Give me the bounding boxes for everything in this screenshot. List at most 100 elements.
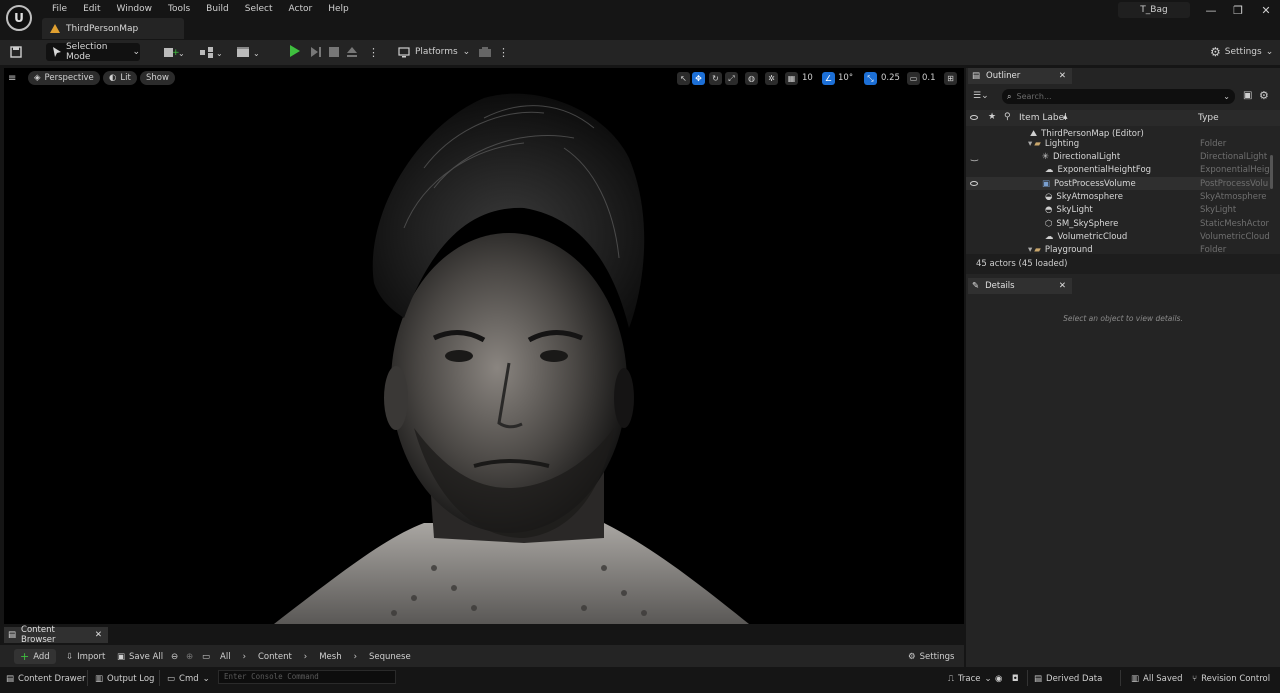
- outliner-row[interactable]: ◓ SkyLight SkyLight: [966, 203, 1270, 216]
- camera-speed-icon[interactable]: ▭: [907, 72, 920, 85]
- star-icon[interactable]: ★: [988, 112, 996, 122]
- outliner-search-input[interactable]: ⌕ Search... ⌄: [1002, 89, 1235, 104]
- breadcrumb-content[interactable]: Content: [258, 652, 292, 662]
- close-icon[interactable]: ✕: [1059, 281, 1066, 291]
- maximize-button[interactable]: ❐: [1230, 4, 1246, 18]
- cinematics-icon[interactable]: ⌄: [237, 43, 261, 61]
- outliner-row[interactable]: ☁ ExponentialHeightFog ExponentialHeigh: [966, 163, 1270, 176]
- back-button[interactable]: ⊖: [171, 650, 178, 663]
- camera-icon[interactable]: ◘: [1012, 672, 1019, 686]
- platforms-dropdown[interactable]: Platforms ⌄: [398, 43, 470, 61]
- close-icon[interactable]: ✕: [95, 630, 102, 640]
- stop-icon[interactable]: [328, 43, 340, 61]
- select-tool-icon[interactable]: ↖: [677, 72, 690, 85]
- add-actor-icon[interactable]: + ⌄: [163, 43, 185, 61]
- tab-details[interactable]: ✎ Details ✕: [968, 278, 1072, 294]
- outliner-row[interactable]: ▾ ▰ Lighting Folder: [966, 137, 1270, 150]
- filter-icon[interactable]: ☰⌄: [973, 91, 989, 101]
- minimize-button[interactable]: —: [1203, 4, 1219, 18]
- forward-button[interactable]: ⊕: [186, 650, 193, 663]
- marketplace-icon[interactable]: [478, 43, 492, 61]
- skip-icon[interactable]: [310, 43, 322, 61]
- menu-actor[interactable]: Actor: [281, 2, 321, 16]
- breadcrumb-sequnese[interactable]: Sequnese: [369, 652, 411, 662]
- hamburger-menu-icon[interactable]: ≡: [8, 72, 21, 85]
- content-settings-button[interactable]: ⚙ Settings: [908, 650, 955, 663]
- outliner-row[interactable]: ⬡ SM_SkySphere StaticMeshActor: [966, 217, 1270, 230]
- menu-file[interactable]: File: [44, 2, 75, 16]
- type-header[interactable]: Type: [1198, 113, 1219, 123]
- breadcrumb-mesh[interactable]: Mesh: [319, 652, 341, 662]
- lit-button[interactable]: ◐ Lit: [103, 71, 137, 85]
- settings-dropdown[interactable]: ⚙ Settings ⌄: [1210, 43, 1273, 61]
- revision-control-button[interactable]: ⑂ Revision Control: [1192, 672, 1270, 686]
- rotation-snap-value[interactable]: 10°: [838, 72, 853, 85]
- tab-content-browser[interactable]: ▤ Content Browser ✕: [4, 625, 108, 645]
- rotation-snap-icon[interactable]: ∠: [822, 72, 835, 85]
- record-icon[interactable]: ◉: [995, 672, 1002, 686]
- all-saved-button[interactable]: ▥ All Saved: [1131, 672, 1183, 686]
- save-all-button[interactable]: ▣ Save All: [117, 650, 163, 663]
- world-space-icon[interactable]: ◍: [745, 72, 758, 85]
- import-button[interactable]: ⇩ Import: [66, 650, 105, 663]
- gear-icon[interactable]: ⚙: [1259, 89, 1269, 102]
- outliner-row[interactable]: ◒ SkyAtmosphere SkyAtmosphere: [966, 190, 1270, 203]
- show-button[interactable]: Show: [140, 71, 175, 85]
- add-folder-icon[interactable]: ▣: [1243, 90, 1252, 101]
- maximize-viewport-icon[interactable]: ⊞: [944, 72, 957, 85]
- row-label: DirectionalLight: [1052, 151, 1121, 162]
- scale-tool-icon[interactable]: ⤢: [725, 72, 738, 85]
- tab-outliner[interactable]: ▤ Outliner ✕: [968, 68, 1072, 84]
- surface-snap-icon[interactable]: ✲: [765, 72, 778, 85]
- grid-snap-icon[interactable]: ▦: [785, 72, 798, 85]
- visibility-eye-icon[interactable]: [970, 113, 978, 123]
- blueprint-icon[interactable]: ⌄: [200, 43, 224, 61]
- outliner-row[interactable]: ▣ PostProcessVolume PostProcessVolu: [966, 177, 1270, 190]
- outliner-scrollbar[interactable]: [1270, 155, 1273, 189]
- expand-arrow-icon[interactable]: ▾: [1028, 245, 1032, 255]
- visibility-eye-icon[interactable]: ‿: [971, 152, 978, 162]
- more-options-icon[interactable]: ⋮: [498, 43, 509, 61]
- tab-third-person-map[interactable]: ThirdPersonMap: [42, 18, 184, 39]
- plus-icon: +: [20, 650, 30, 663]
- more-options-icon[interactable]: ⋮: [368, 43, 379, 61]
- scale-snap-icon[interactable]: ⤡: [864, 72, 877, 85]
- breadcrumb-all[interactable]: All: [220, 652, 231, 662]
- project-name-badge: T_Bag: [1118, 2, 1190, 18]
- console-command-input[interactable]: Enter Console Command: [218, 670, 396, 684]
- pin-icon[interactable]: ⚲: [1004, 112, 1011, 122]
- eject-icon[interactable]: [346, 43, 358, 61]
- content-drawer-button[interactable]: ▤ Content Drawer: [6, 672, 85, 686]
- menu-tools[interactable]: Tools: [160, 2, 198, 16]
- translate-tool-icon[interactable]: ✥: [692, 72, 705, 85]
- menu-window[interactable]: Window: [109, 2, 161, 16]
- derived-data-button[interactable]: ▤ Derived Data: [1034, 672, 1102, 686]
- save-icon[interactable]: [10, 43, 22, 61]
- expand-arrow-icon[interactable]: ▾: [1028, 139, 1032, 149]
- menu-build[interactable]: Build: [198, 2, 237, 16]
- scale-snap-value[interactable]: 0.25: [881, 72, 900, 85]
- outliner-row[interactable]: ☁ VolumetricCloud VolumetricCloud: [966, 230, 1270, 243]
- rotate-tool-icon[interactable]: ↻: [709, 72, 722, 85]
- item-label-header[interactable]: Item Label: [1019, 113, 1067, 123]
- output-log-button[interactable]: ▥ Output Log: [95, 672, 154, 686]
- camera-speed-value[interactable]: 0.1: [922, 72, 936, 85]
- outliner-row[interactable]: ‿ ✳ DirectionalLight DirectionalLight: [966, 150, 1270, 163]
- grid-snap-value[interactable]: 10: [802, 72, 813, 85]
- close-icon[interactable]: ✕: [1059, 71, 1066, 81]
- close-window-button[interactable]: ✕: [1258, 4, 1274, 18]
- perspective-button[interactable]: ◈ Perspective: [28, 71, 100, 85]
- settings-label: Settings: [1224, 47, 1262, 57]
- menu-help[interactable]: Help: [320, 2, 357, 16]
- trace-dropdown[interactable]: ⎍ Trace ⌄: [948, 672, 992, 686]
- level-viewport[interactable]: [4, 68, 964, 624]
- cmd-dropdown[interactable]: ▭ Cmd ⌄: [167, 672, 210, 686]
- main-toolbar: [0, 40, 1280, 65]
- add-button[interactable]: + Add: [14, 649, 56, 664]
- menu-select[interactable]: Select: [237, 2, 281, 16]
- selection-mode-dropdown[interactable]: Selection Mode ⌄: [46, 42, 140, 62]
- play-icon[interactable]: [290, 45, 300, 57]
- menu-edit[interactable]: Edit: [75, 2, 108, 16]
- unreal-logo-icon[interactable]: U: [6, 5, 32, 31]
- visibility-eye-icon[interactable]: [970, 179, 978, 189]
